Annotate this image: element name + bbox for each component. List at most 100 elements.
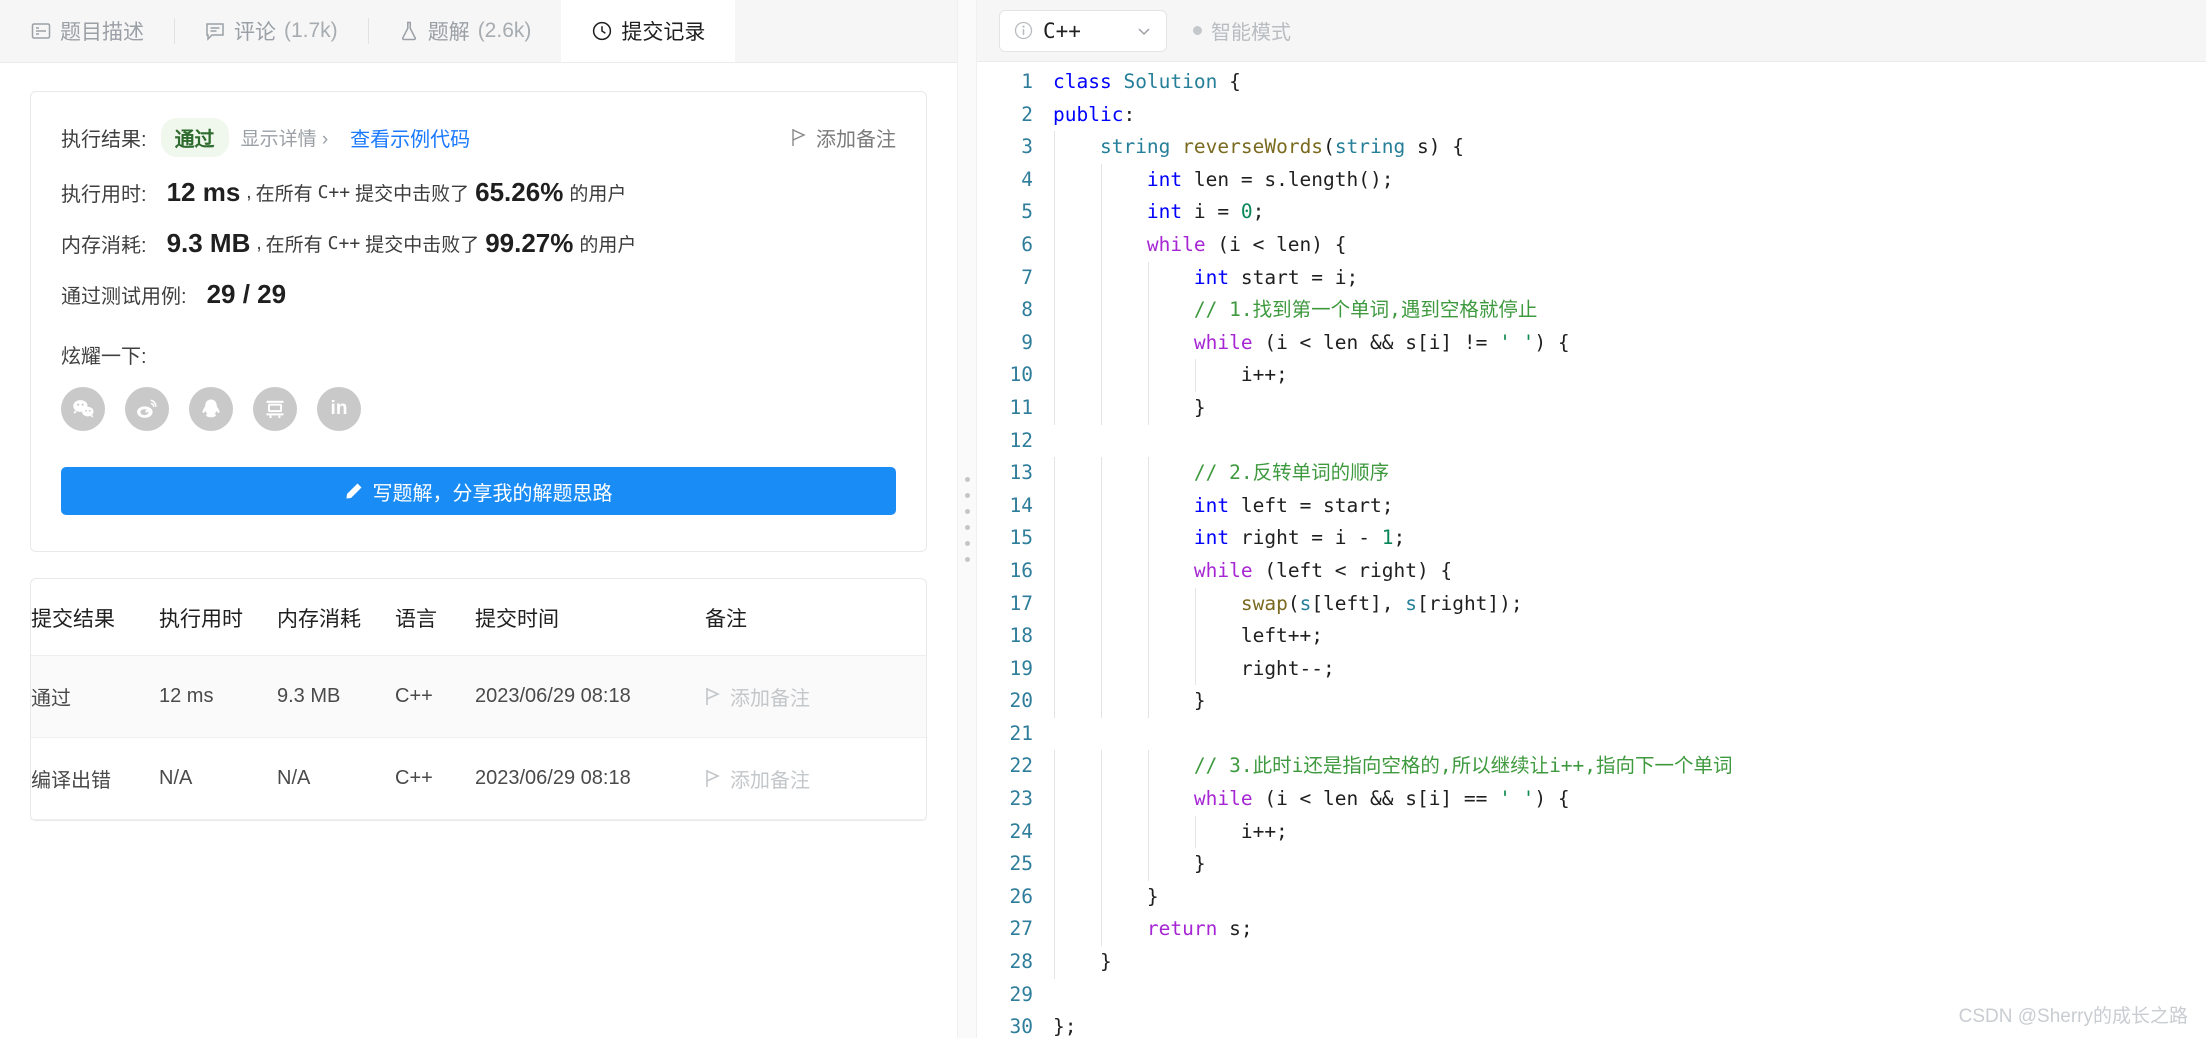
code-line-text[interactable]: // 3.此时i还是指向空格的,所以继续让i++,指向下一个单词 <box>1053 750 2206 784</box>
code-line-text[interactable]: } <box>1053 685 2206 718</box>
testcase-value: 29 / 29 <box>206 279 287 309</box>
code-line: 10 i++; <box>977 359 2206 392</box>
code-token: int <box>1193 265 1230 289</box>
code-line-text[interactable]: int right = i - 1; <box>1053 522 2206 555</box>
indent-guide <box>1147 391 1149 425</box>
memory-desc-pre: 在所有 <box>265 235 323 256</box>
code-token: int <box>1193 526 1230 550</box>
code-line-text[interactable] <box>1053 425 2206 458</box>
code-line: 2 public: <box>977 99 2206 132</box>
line-number: 12 <box>1009 428 1033 452</box>
indent-guide <box>1194 620 1196 653</box>
code-line-text[interactable]: return s; <box>1053 913 2206 947</box>
code-line-text[interactable]: class Solution { <box>1053 66 2206 99</box>
indent-guide <box>1147 359 1149 392</box>
write-solution-button[interactable]: 写题解，分享我的解题思路 <box>61 467 896 515</box>
code-line: 19 right--; <box>977 652 2206 686</box>
indent-guide <box>1147 554 1149 588</box>
submission-memory: N/A <box>277 737 395 820</box>
line-number: 9 <box>1021 330 1033 354</box>
code-line-text[interactable]: while (i < len && s[i] == ' ') { <box>1053 783 2206 816</box>
code-token: { <box>1217 70 1241 93</box>
table-row[interactable]: 编译出错 N/A N/A C++ 2023/06/29 08:18 添加备注 <box>31 737 926 820</box>
code-token: } <box>1053 884 1159 908</box>
submission-time: 2023/06/29 08:18 <box>475 655 705 738</box>
indent-guide <box>1100 652 1102 686</box>
code-line-text[interactable]: // 1.找到第一个单词,遇到空格就停止 <box>1053 294 2206 327</box>
code-line-text[interactable]: } <box>1053 391 2206 425</box>
indent-guide <box>1100 783 1102 816</box>
tab-1[interactable]: 题目描述 <box>0 0 174 62</box>
tab-2[interactable]: 评论 (1.7k) <box>174 0 368 62</box>
code-line-text[interactable]: left++; <box>1053 620 2206 653</box>
code-line-text[interactable]: i++; <box>1053 359 2206 392</box>
language-select[interactable]: C++ <box>999 9 1167 52</box>
code-token: ' ' <box>1499 787 1535 811</box>
table-header-cell: 备注 <box>705 579 926 656</box>
submission-status[interactable]: 编译出错 <box>31 737 159 820</box>
linkedin-share-icon[interactable]: in <box>317 387 361 431</box>
handle-dot <box>964 492 970 498</box>
result-card: 执行结果: 通过 显示详情 › 查看示例代码 添加备注 执行用时: 12 ms … <box>30 91 927 552</box>
submission-status[interactable]: 通过 <box>31 655 159 738</box>
indent-guide <box>1147 261 1149 295</box>
smart-mode-toggle[interactable]: 智能模式 <box>1193 16 1291 45</box>
submission-note-cell[interactable]: 添加备注 <box>705 737 926 820</box>
code-token: left++; <box>1053 624 1324 648</box>
code-line-text[interactable]: while (left < right) { <box>1053 554 2206 588</box>
code-token: while <box>1146 232 1206 256</box>
code-line-text[interactable]: while (i < len) { <box>1053 228 2206 262</box>
code-line-text[interactable]: i++; <box>1053 815 2206 849</box>
wechat-share-icon[interactable] <box>61 387 105 431</box>
submission-note-cell[interactable]: 添加备注 <box>705 655 926 738</box>
editor-toolbar: C++ 智能模式 <box>977 0 2206 62</box>
add-note-button[interactable]: 添加备注 <box>705 764 926 793</box>
code-line-text[interactable]: swap(s[left], s[right]); <box>1053 587 2206 621</box>
left-content: 执行结果: 通过 显示详情 › 查看示例代码 添加备注 执行用时: 12 ms … <box>0 63 957 1038</box>
indent-guide <box>1054 652 1055 686</box>
code-line-text[interactable]: int start = i; <box>1053 261 2206 295</box>
code-line-text[interactable]: } <box>1053 848 2206 881</box>
view-sample-code-link[interactable]: 查看示例代码 <box>350 123 470 152</box>
code-line-text[interactable] <box>1053 718 2206 751</box>
indent-guide <box>1100 196 1102 229</box>
code-line-text[interactable]: int len = s.length(); <box>1053 163 2206 197</box>
code-token: string <box>1334 135 1406 159</box>
code-line-text[interactable]: } <box>1053 946 2206 979</box>
weibo-share-icon[interactable] <box>125 387 169 431</box>
table-row[interactable]: 通过 12 ms 9.3 MB C++ 2023/06/29 08:18 添加备注 <box>31 655 926 738</box>
clock-icon <box>591 20 613 42</box>
douban-share-icon[interactable] <box>253 387 297 431</box>
memory-desc-post: 的用户 <box>579 235 637 256</box>
code-line-text[interactable]: string reverseWords(string s) { <box>1053 131 2206 164</box>
code-token: // 3.此时i还是指向空格的,所以继续让i++,指向下一个单词 <box>1193 754 1733 778</box>
qq-share-icon[interactable] <box>189 387 233 431</box>
tab-4[interactable]: 提交记录 <box>561 0 736 62</box>
add-note-button[interactable]: 添加备注 <box>705 682 926 711</box>
tab-3[interactable]: 题解 (2.6k) <box>367 0 562 62</box>
flag-icon <box>791 128 807 147</box>
code-line-text[interactable]: int i = 0; <box>1053 196 2206 229</box>
indent-guide <box>1100 457 1102 490</box>
code-line-text[interactable]: public: <box>1053 99 2206 132</box>
runtime-desc-post: 的用户 <box>569 184 627 205</box>
code-line-text[interactable]: } <box>1053 880 2206 914</box>
code-token: (i < len && s[i] == <box>1252 787 1500 811</box>
memory-percent: 99.27% <box>485 228 574 258</box>
code-line-text[interactable]: while (i < len && s[i] != ' ') { <box>1053 326 2206 360</box>
code-line: 9 while (i < len && s[i] != ' ') { <box>977 326 2206 360</box>
code-content[interactable]: 1 class Solution {2 public: 3 string revers… <box>977 62 2206 1038</box>
code-line-text[interactable]: right--; <box>1053 652 2206 686</box>
indent-guide <box>1054 783 1055 816</box>
show-detail-link[interactable]: 显示详情 › <box>241 124 329 151</box>
code-line-text[interactable]: int left = start; <box>1053 489 2206 523</box>
code-token: // 2.反转单词的顺序 <box>1193 461 1390 485</box>
line-number: 5 <box>1021 200 1033 224</box>
code-line-text[interactable]: // 2.反转单词的顺序 <box>1053 457 2206 490</box>
add-note-button[interactable]: 添加备注 <box>791 123 896 152</box>
panel-resize-handle[interactable] <box>957 0 977 1038</box>
line-number: 20 <box>1009 689 1033 713</box>
code-token: ( <box>1287 591 1300 615</box>
